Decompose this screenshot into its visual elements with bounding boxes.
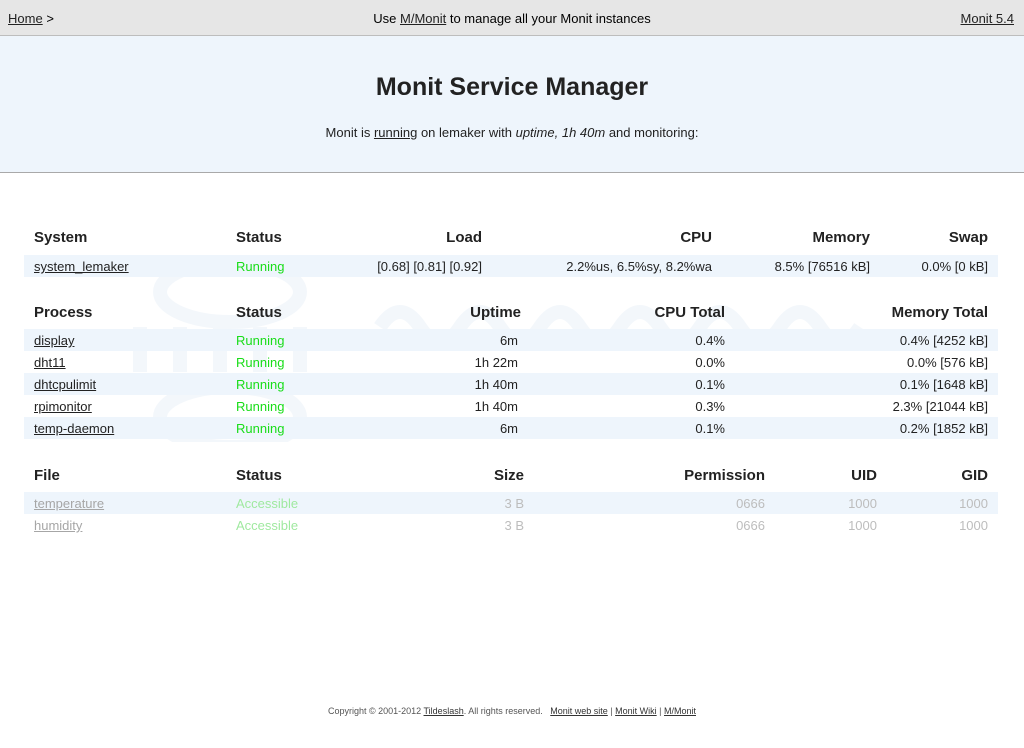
- file-status: Accessible: [236, 496, 299, 511]
- col-process: Process: [34, 304, 93, 321]
- file-gid: 1000: [959, 518, 988, 533]
- process-status: Running: [236, 355, 285, 370]
- col-load: Load: [446, 229, 482, 246]
- process-name-link[interactable]: rpimonitor: [34, 399, 92, 414]
- table-row: temp-daemon Running 6m 0.1% 0.2% [1852 k…: [24, 417, 998, 439]
- version-link[interactable]: Monit 5.4: [961, 11, 1014, 26]
- col-permission: Permission: [684, 467, 765, 484]
- process-table-header: Process Status Uptime CPU Total Memory T…: [24, 297, 998, 327]
- col-size: Size: [493, 467, 524, 484]
- page-footer: Copyright © 2001-2012 Tildeslash. All ri…: [0, 706, 1024, 716]
- status-prefix: Monit is: [325, 125, 374, 140]
- process-memory: 0.0% [576 kB]: [907, 355, 988, 370]
- table-row: dht11 Running 1h 22m 0.0% 0.0% [576 kB]: [24, 351, 998, 373]
- system-table: System Status Load CPU Memory Swap syste…: [24, 222, 998, 277]
- file-status: Accessible: [236, 518, 299, 533]
- file-table: File Status Size Permission UID GID temp…: [24, 460, 998, 536]
- monit-status-line: Monit is running on lemaker with uptime,…: [0, 125, 1024, 140]
- promo-prefix: Use: [373, 11, 400, 26]
- process-uptime: 6m: [499, 333, 518, 348]
- col-memory: Memory: [812, 229, 870, 246]
- col-system: System: [34, 229, 88, 246]
- process-uptime: 6m: [499, 421, 518, 436]
- promo-suffix: to manage all your Monit instances: [446, 11, 651, 26]
- system-cpu: 2.2%us, 6.5%sy, 8.2%wa: [566, 259, 712, 274]
- file-permission: 0666: [736, 496, 765, 511]
- col-cpu-total: CPU Total: [654, 304, 725, 321]
- file-uid: 1000: [848, 518, 877, 533]
- process-name-link[interactable]: dhtcpulimit: [34, 377, 96, 392]
- process-status: Running: [236, 399, 285, 414]
- col-uid: UID: [851, 467, 877, 484]
- status-suffix: and monitoring:: [605, 125, 699, 140]
- table-row: rpimonitor Running 1h 40m 0.3% 2.3% [210…: [24, 395, 998, 417]
- monit-wiki-link[interactable]: Monit Wiki: [615, 706, 657, 716]
- file-table-header: File Status Size Permission UID GID: [24, 460, 998, 490]
- process-status: Running: [236, 421, 285, 436]
- process-memory: 0.2% [1852 kB]: [899, 421, 988, 436]
- process-cpu: 0.1%: [695, 421, 725, 436]
- process-cpu: 0.3%: [695, 399, 725, 414]
- status-uptime: uptime, 1h 40m: [515, 125, 606, 140]
- col-status: Status: [236, 467, 282, 484]
- system-status: Running: [236, 259, 285, 274]
- process-status: Running: [236, 333, 285, 348]
- process-table: Process Status Uptime CPU Total Memory T…: [24, 297, 998, 439]
- process-memory: 0.4% [4252 kB]: [899, 333, 988, 348]
- copyright-text: Copyright © 2001-2012: [327, 706, 424, 716]
- running-link[interactable]: running: [374, 125, 417, 140]
- process-status: Running: [236, 377, 285, 392]
- monit-website-link[interactable]: Monit web site: [550, 706, 608, 716]
- system-table-header: System Status Load CPU Memory Swap: [24, 222, 998, 252]
- process-uptime: 1h 40m: [474, 399, 518, 414]
- file-size: 3 B: [504, 496, 524, 511]
- footer-mmonit-link[interactable]: M/Monit: [664, 706, 696, 716]
- process-name-link[interactable]: dht11: [34, 355, 66, 370]
- system-memory: 8.5% [76516 kB]: [774, 259, 870, 274]
- col-status: Status: [236, 304, 282, 321]
- file-name-link[interactable]: humidity: [34, 518, 82, 533]
- table-row: dhtcpulimit Running 1h 40m 0.1% 0.1% [16…: [24, 373, 998, 395]
- col-file: File: [34, 467, 60, 484]
- process-cpu: 0.4%: [695, 333, 725, 348]
- tildeslash-link[interactable]: Tildeslash: [424, 706, 464, 716]
- page-header: Monit Service Manager Monit is running o…: [0, 36, 1024, 173]
- col-uptime: Uptime: [470, 304, 521, 321]
- footer-separator: |: [656, 706, 664, 716]
- process-memory: 0.1% [1648 kB]: [899, 377, 988, 392]
- table-row: display Running 6m 0.4% 0.4% [4252 kB]: [24, 329, 998, 351]
- file-gid: 1000: [959, 496, 988, 511]
- col-memory-total: Memory Total: [891, 304, 988, 321]
- file-uid: 1000: [848, 496, 877, 511]
- process-cpu: 0.0%: [695, 355, 725, 370]
- col-cpu: CPU: [680, 229, 712, 246]
- file-name-link[interactable]: temperature: [34, 496, 104, 511]
- rights-text: . All rights reserved.: [463, 706, 543, 716]
- system-name-link[interactable]: system_lemaker: [34, 259, 129, 274]
- page-title: Monit Service Manager: [375, 73, 649, 101]
- status-middle: on lemaker with: [417, 125, 516, 140]
- system-swap: 0.0% [0 kB]: [921, 259, 988, 274]
- table-row: system_lemaker Running [0.68] [0.81] [0.…: [24, 255, 998, 277]
- file-permission: 0666: [736, 518, 765, 533]
- version-info: Monit 5.4: [961, 11, 1014, 26]
- table-row: temperature Accessible 3 B 0666 1000 100…: [24, 492, 998, 514]
- top-nav-bar: Home > Use M/Monit to manage all your Mo…: [0, 0, 1024, 36]
- mmonit-promo: Use M/Monit to manage all your Monit ins…: [0, 11, 1024, 26]
- process-uptime: 1h 22m: [474, 355, 518, 370]
- process-cpu: 0.1%: [695, 377, 725, 392]
- col-gid: GID: [961, 467, 988, 484]
- process-name-link[interactable]: temp-daemon: [34, 421, 114, 436]
- table-row: humidity Accessible 3 B 0666 1000 1000: [24, 514, 998, 536]
- col-swap: Swap: [948, 229, 988, 246]
- process-memory: 2.3% [21044 kB]: [892, 399, 988, 414]
- process-name-link[interactable]: display: [34, 333, 74, 348]
- mmonit-link[interactable]: M/Monit: [400, 11, 446, 26]
- system-load: [0.68] [0.81] [0.92]: [377, 259, 482, 274]
- col-status: Status: [236, 229, 282, 246]
- file-size: 3 B: [504, 518, 524, 533]
- process-uptime: 1h 40m: [474, 377, 518, 392]
